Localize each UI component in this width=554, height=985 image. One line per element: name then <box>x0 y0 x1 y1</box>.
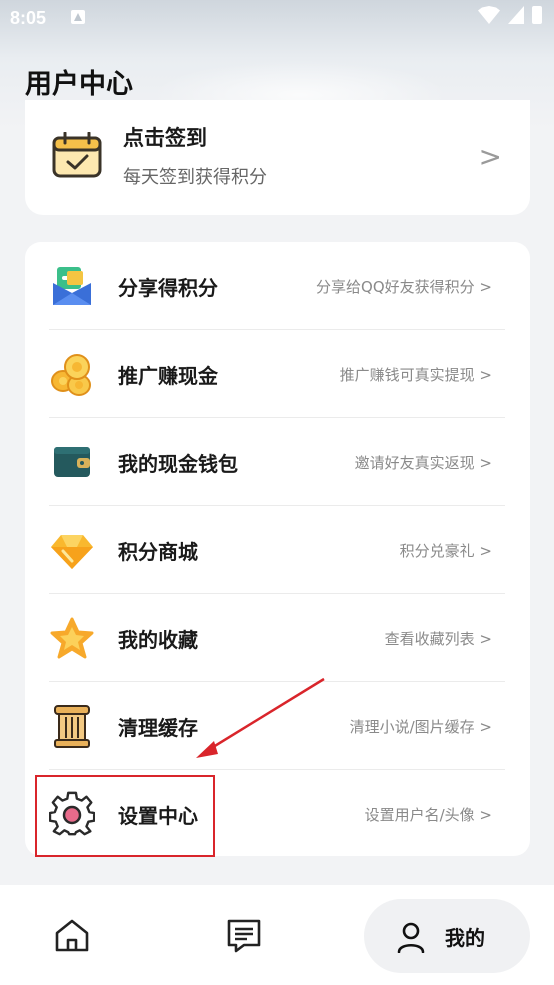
menu-item-desc: 推广赚钱可真实提现 > <box>339 366 492 384</box>
battery-icon <box>532 6 542 24</box>
status-icons <box>478 6 542 24</box>
menu-item-label: 积分商城 <box>118 540 198 564</box>
nav-mine[interactable]: 我的 <box>364 899 530 973</box>
menu-item-label: 分享得积分 <box>118 276 218 300</box>
envelope-icon <box>53 267 91 305</box>
checkin-subtitle: 每天签到获得积分 <box>123 167 267 188</box>
menu-item-label: 清理缓存 <box>118 716 198 740</box>
menu-item-label: 推广赚现金 <box>118 364 218 388</box>
checkin-card[interactable]: 点击签到 每天签到获得积分 > <box>25 100 530 215</box>
nav-mine-label: 我的 <box>445 926 485 950</box>
diamond-icon <box>51 535 93 569</box>
chevron-right-icon: > <box>478 140 502 173</box>
menu-item-desc: 积分兑豪礼 > <box>399 542 492 560</box>
checkin-title: 点击签到 <box>123 126 207 150</box>
signal-icon <box>508 6 524 24</box>
home-icon <box>55 919 89 952</box>
menu-item-share[interactable]: 分享得积分 分享给QQ好友获得积分 > <box>25 242 530 330</box>
bottom-nav: 我的 <box>0 885 554 985</box>
nav-home[interactable] <box>50 915 94 955</box>
menu-item-desc: 查看收藏列表 > <box>384 630 492 648</box>
menu-item-label: 我的现金钱包 <box>118 452 238 476</box>
menu-item-clear-cache[interactable]: 清理缓存 清理小说/图片缓存 > <box>25 682 530 770</box>
menu-item-desc: 分享给QQ好友获得积分 > <box>316 278 492 296</box>
wifi-icon <box>478 6 500 24</box>
menu-card: 分享得积分 分享给QQ好友获得积分 > 推广赚现金 推广赚钱可真实提现 > 我的… <box>25 242 530 856</box>
menu-item-favorites[interactable]: 我的收藏 查看收藏列表 > <box>25 594 530 682</box>
wallet-icon <box>54 447 90 477</box>
star-icon <box>50 617 94 659</box>
menu-item-desc: 清理小说/图片缓存 > <box>349 718 492 736</box>
page-title: 用户中心 <box>25 69 133 100</box>
menu-item-promote[interactable]: 推广赚现金 推广赚钱可真实提现 > <box>25 330 530 418</box>
menu-item-wallet[interactable]: 我的现金钱包 邀请好友真实返现 > <box>25 418 530 506</box>
status-bar: 8:05 <box>0 0 554 36</box>
menu-item-points-mall[interactable]: 积分商城 积分兑豪礼 > <box>25 506 530 594</box>
menu-item-desc: 设置用户名/头像 > <box>364 806 492 824</box>
menu-item-label: 我的收藏 <box>118 628 198 652</box>
menu-item-desc: 邀请好友真实返现 > <box>354 454 492 472</box>
pillar-icon <box>54 705 90 748</box>
user-icon <box>397 922 425 953</box>
notification-icon <box>71 10 85 24</box>
highlight-box <box>35 775 215 857</box>
calendar-check-icon <box>52 132 102 178</box>
nav-messages[interactable] <box>222 915 266 955</box>
message-icon <box>227 919 261 953</box>
coins-icon <box>51 354 91 396</box>
status-time: 8:05 <box>10 8 47 28</box>
